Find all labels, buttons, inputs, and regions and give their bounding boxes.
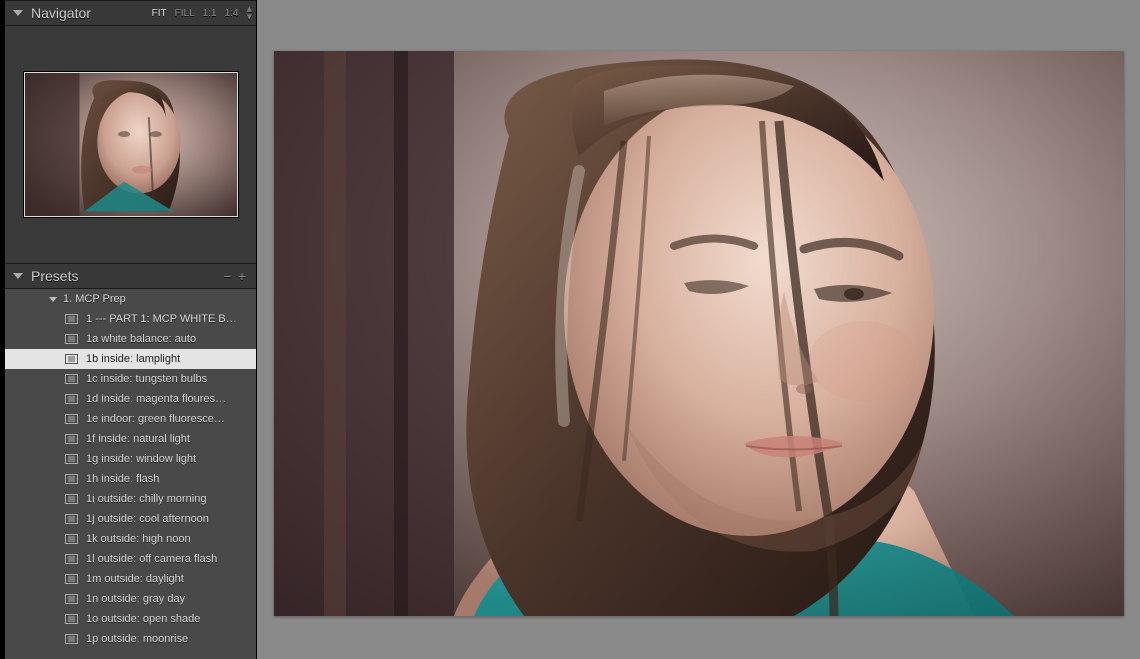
preset-item-label: 1 --- PART 1: MCP WHITE B… [86, 313, 237, 325]
add-preset-button[interactable]: + [236, 268, 248, 284]
preset-item-label: 1p outside: moonrise [86, 633, 188, 645]
preset-list: 1 --- PART 1: MCP WHITE B… 1a white balan… [5, 309, 256, 649]
preset-icon [65, 454, 78, 464]
preset-item[interactable]: 1i outside: chilly morning [5, 489, 256, 509]
left-sidebar: Navigator FIT FILL 1:1 1:4 ▴▾ [0, 0, 257, 659]
preset-icon [65, 614, 78, 624]
preset-item-label: 1i outside: chilly morning [86, 493, 206, 505]
preset-item-label: 1c inside: tungsten bulbs [86, 373, 207, 385]
navigator-zoom-controls: FIT FILL 1:1 1:4 ▴▾ [152, 5, 248, 21]
preset-item[interactable]: 1n outside: gray day [5, 589, 256, 609]
image-canvas-area [257, 0, 1140, 659]
preset-item-label: 1a white balance: auto [86, 333, 196, 345]
navigator-panel-body [5, 26, 256, 263]
chevron-down-icon [13, 273, 23, 279]
preset-item-label: 1o outside: open shade [86, 613, 200, 625]
preset-item-label: 1g inside: window light [86, 453, 196, 465]
preset-folder-label: 1. MCP Prep [63, 293, 126, 305]
preset-item[interactable]: 1g inside: window light [5, 449, 256, 469]
navigator-title: Navigator [31, 5, 152, 21]
navigator-panel-header[interactable]: Navigator FIT FILL 1:1 1:4 ▴▾ [5, 0, 256, 26]
navigator-thumbnail[interactable] [24, 72, 238, 217]
preset-icon [65, 594, 78, 604]
presets-title: Presets [31, 268, 220, 284]
preset-icon [65, 494, 78, 504]
preset-item-label: 1h inside: flash [86, 473, 159, 485]
preset-item[interactable]: 1f inside: natural light [5, 429, 256, 449]
chevron-down-icon [13, 10, 23, 16]
preset-icon [65, 474, 78, 484]
preset-item-label: 1m outside: daylight [86, 573, 184, 585]
preset-icon [65, 414, 78, 424]
preset-item[interactable]: 1 --- PART 1: MCP WHITE B… [5, 309, 256, 329]
preset-item-label: 1k outside: high noon [86, 533, 191, 545]
preset-item-label: 1l outside: off camera flash [86, 553, 217, 565]
preset-icon [65, 434, 78, 444]
zoom-1-1[interactable]: 1:1 [203, 8, 217, 19]
preset-item-label: 1b inside: lamplight [86, 353, 180, 365]
preset-item-label: 1f inside: natural light [86, 433, 190, 445]
preset-item-label: 1d inside: magenta floures… [86, 393, 226, 405]
preset-icon [65, 374, 78, 384]
preset-item-label: 1n outside: gray day [86, 593, 185, 605]
preset-item[interactable]: 1b inside: lamplight [5, 349, 256, 369]
preset-icon [65, 574, 78, 584]
preset-icon [65, 514, 78, 524]
zoom-fit[interactable]: FIT [152, 8, 167, 19]
preset-icon [65, 634, 78, 644]
preset-icon [65, 334, 78, 344]
zoom-stepper-icon[interactable]: ▴▾ [246, 5, 248, 21]
main-image-preview[interactable] [274, 51, 1124, 616]
chevron-down-icon [49, 297, 57, 302]
zoom-fill[interactable]: FILL [175, 8, 195, 19]
zoom-1-4[interactable]: 1:4 [225, 8, 239, 19]
preset-icon [65, 314, 78, 324]
preset-item[interactable]: 1o outside: open shade [5, 609, 256, 629]
preset-icon [65, 394, 78, 404]
preset-item-label: 1j outside: cool afternoon [86, 513, 209, 525]
preset-item[interactable]: 1c inside: tungsten bulbs [5, 369, 256, 389]
preset-item[interactable]: 1j outside: cool afternoon [5, 509, 256, 529]
presets-panel-header[interactable]: Presets − + [5, 263, 256, 289]
preset-item[interactable]: 1h inside: flash [5, 469, 256, 489]
remove-preset-button[interactable]: − [220, 268, 236, 284]
preset-icon [65, 554, 78, 564]
preset-item-label: 1e indoor: green fluoresce… [86, 413, 225, 425]
preset-item[interactable]: 1l outside: off camera flash [5, 549, 256, 569]
preset-icon [65, 354, 78, 364]
preset-item[interactable]: 1k outside: high noon [5, 529, 256, 549]
preset-item[interactable]: 1m outside: daylight [5, 569, 256, 589]
preset-folder[interactable]: 1. MCP Prep [5, 289, 256, 309]
presets-panel-body: 1. MCP Prep 1 --- PART 1: MCP WHITE B… 1a… [5, 289, 256, 659]
preset-item[interactable]: 1e indoor: green fluoresce… [5, 409, 256, 429]
preset-item[interactable]: 1p outside: moonrise [5, 629, 256, 649]
preset-item[interactable]: 1d inside: magenta floures… [5, 389, 256, 409]
preset-icon [65, 534, 78, 544]
preset-item[interactable]: 1a white balance: auto [5, 329, 256, 349]
